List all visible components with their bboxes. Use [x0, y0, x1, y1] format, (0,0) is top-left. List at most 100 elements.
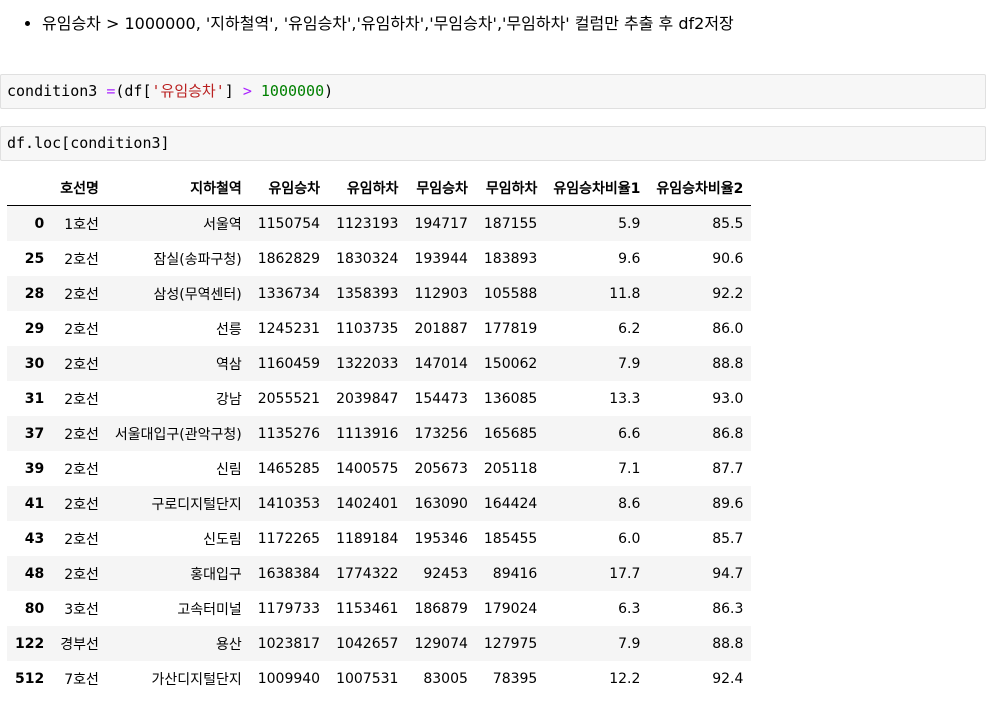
table-cell: 선릉: [215, 321, 242, 338]
table-row: 29 2호선 선릉 1245231 1103735 201887 177819 6.2 86.0: [7, 311, 751, 346]
table-cell: 6.0: [618, 530, 641, 547]
row-index: 80: [24, 600, 45, 617]
table-cell: 1042657: [336, 635, 399, 652]
column-header: 유임하차: [328, 170, 407, 206]
table-cell: 17.7: [609, 565, 641, 582]
row-index: 48: [24, 565, 45, 582]
code-cell-df-loc[interactable]: df.loc[condition3]: [0, 126, 986, 161]
code-token: (df[: [115, 82, 152, 100]
table-cell: 홍대입구: [190, 566, 242, 583]
code-token: ]: [224, 82, 243, 100]
code-token: df.loc[condition3]: [7, 134, 170, 152]
table-cell: 194717: [414, 215, 468, 232]
table-row: 25 2호선 잠실(송파구청) 1862829 1830324 193944 183893 9…: [7, 241, 751, 276]
table-cell: 5.9: [618, 215, 641, 232]
table-cell: 2호선: [64, 391, 99, 408]
table-row: 43 2호선 신도림 1172265 1189184 195346 185455 6.0 85.…: [7, 521, 751, 556]
table-cell: 잠실(송파구청): [153, 251, 242, 268]
table-cell: 127975: [483, 635, 538, 652]
table-cell: 11.8: [609, 285, 641, 302]
table-cell: 2호선: [64, 356, 99, 373]
table-cell: 삼성(무역센터): [153, 286, 242, 303]
table-cell: 2호선: [64, 566, 99, 583]
table-header: 호선명 지하철역 유임승차 유임하차 무임승차 무임하차 유임승차비율1 유임승차비율2: [7, 170, 752, 206]
table-cell: 2호선: [64, 496, 99, 513]
table-cell: 2호선: [64, 251, 99, 268]
table-cell: 1135276: [257, 425, 321, 442]
table-cell: 1160459: [257, 355, 321, 372]
table-cell: 고속터미널: [177, 601, 242, 618]
code-cell-condition3[interactable]: condition3 =(df['유임승차'] > 1000000): [0, 74, 986, 109]
table-row: 30 2호선 역삼 1160459 1322033 147014 150062 7.9 88.8: [7, 346, 752, 381]
row-index: 30: [24, 355, 45, 372]
table-cell: 163090: [414, 495, 468, 512]
table-cell: 2호선: [64, 286, 99, 303]
column-header: 호선명: [52, 170, 107, 206]
table-cell: 90.6: [712, 250, 744, 267]
table-cell: 186879: [414, 600, 468, 617]
column-header: 유임승차비율2: [648, 170, 752, 206]
table-cell: 92453: [423, 565, 468, 582]
table-cell: 195346: [414, 530, 468, 547]
table-cell: 83005: [423, 670, 468, 687]
table-cell: 1410353: [257, 495, 321, 512]
table-cell: 1358393: [336, 285, 399, 302]
table-cell: 용산: [215, 636, 242, 653]
table-row: 39 2호선 신림 1465285 1400575 205673 205118 7.1 87.7: [7, 451, 751, 486]
table-cell: 1172265: [257, 530, 321, 547]
table-cell: 1153461: [336, 600, 399, 617]
table-cell: 89.6: [712, 495, 744, 512]
table-cell: 1465285: [257, 460, 321, 477]
table-cell: 94.7: [712, 565, 744, 582]
row-index: 0: [34, 215, 45, 232]
table-cell: 가산디지털단지: [151, 671, 242, 688]
table-cell: 78395: [492, 670, 538, 687]
bullet-item: 유임승차 > 1000000, '지하철역', '유임승차','유임하차','무…: [42, 12, 980, 36]
row-index: 512: [15, 670, 45, 687]
table-cell: 1023817: [257, 635, 321, 652]
table-cell: 165685: [483, 425, 538, 442]
table-cell: 1400575: [336, 460, 399, 477]
table-cell: 105588: [483, 285, 538, 302]
table-cell: 89416: [492, 565, 538, 582]
table-cell: 86.3: [712, 600, 744, 617]
table-cell: 86.8: [712, 425, 744, 442]
column-header: 지하철역: [106, 170, 250, 206]
table-cell: 강남: [215, 391, 242, 408]
table-row: 28 2호선 삼성(무역센터) 1336734 1358393 112903 105588 1…: [7, 276, 752, 311]
row-index: 28: [24, 285, 45, 302]
table-cell: 86.0: [712, 320, 744, 337]
table-cell: 183893: [483, 250, 538, 267]
table-cell: 92.4: [712, 670, 744, 687]
row-index: 31: [24, 390, 45, 407]
row-index: 29: [24, 320, 45, 337]
table-row: 31 2호선 강남 2055521 2039847 154473 136085 13.3 93.…: [7, 381, 751, 416]
table-cell: 187155: [483, 215, 538, 232]
table-cell: 1638384: [257, 565, 321, 582]
column-header: 유임승차: [249, 170, 329, 206]
table-cell: 1007531: [336, 670, 399, 687]
table-cell: 1336734: [257, 285, 321, 302]
table-cell: 7.9: [618, 355, 641, 372]
column-header: 무임승차: [406, 170, 476, 206]
table-cell: 201887: [414, 320, 468, 337]
table-row: 37 2호선 서울대입구(관악구청) 1135276 1113916 173256 1656…: [7, 416, 752, 451]
table-cell: 1402401: [336, 495, 399, 512]
table-cell: 1774322: [336, 565, 399, 582]
table-cell: 1322033: [336, 355, 399, 372]
table-cell: 147014: [414, 355, 468, 372]
table-cell: 6.2: [618, 320, 641, 337]
table-cell: 2055521: [257, 390, 321, 407]
table-row: 48 2호선 홍대입구 1638384 1774322 92453 89416 17.7 94.…: [7, 556, 752, 591]
table-cell: 193944: [414, 250, 468, 267]
column-header: 유임승차비율1: [545, 170, 649, 206]
table-cell: 136085: [483, 390, 538, 407]
table-cell: 1862829: [257, 250, 321, 267]
table-cell: 1113916: [336, 425, 399, 442]
table-cell: 12.2: [609, 670, 641, 687]
table-cell: 88.8: [712, 355, 744, 372]
table-cell: 179024: [483, 600, 538, 617]
table-cell: 구로디지털단지: [151, 496, 242, 513]
table-cell: 서울역: [203, 216, 242, 233]
